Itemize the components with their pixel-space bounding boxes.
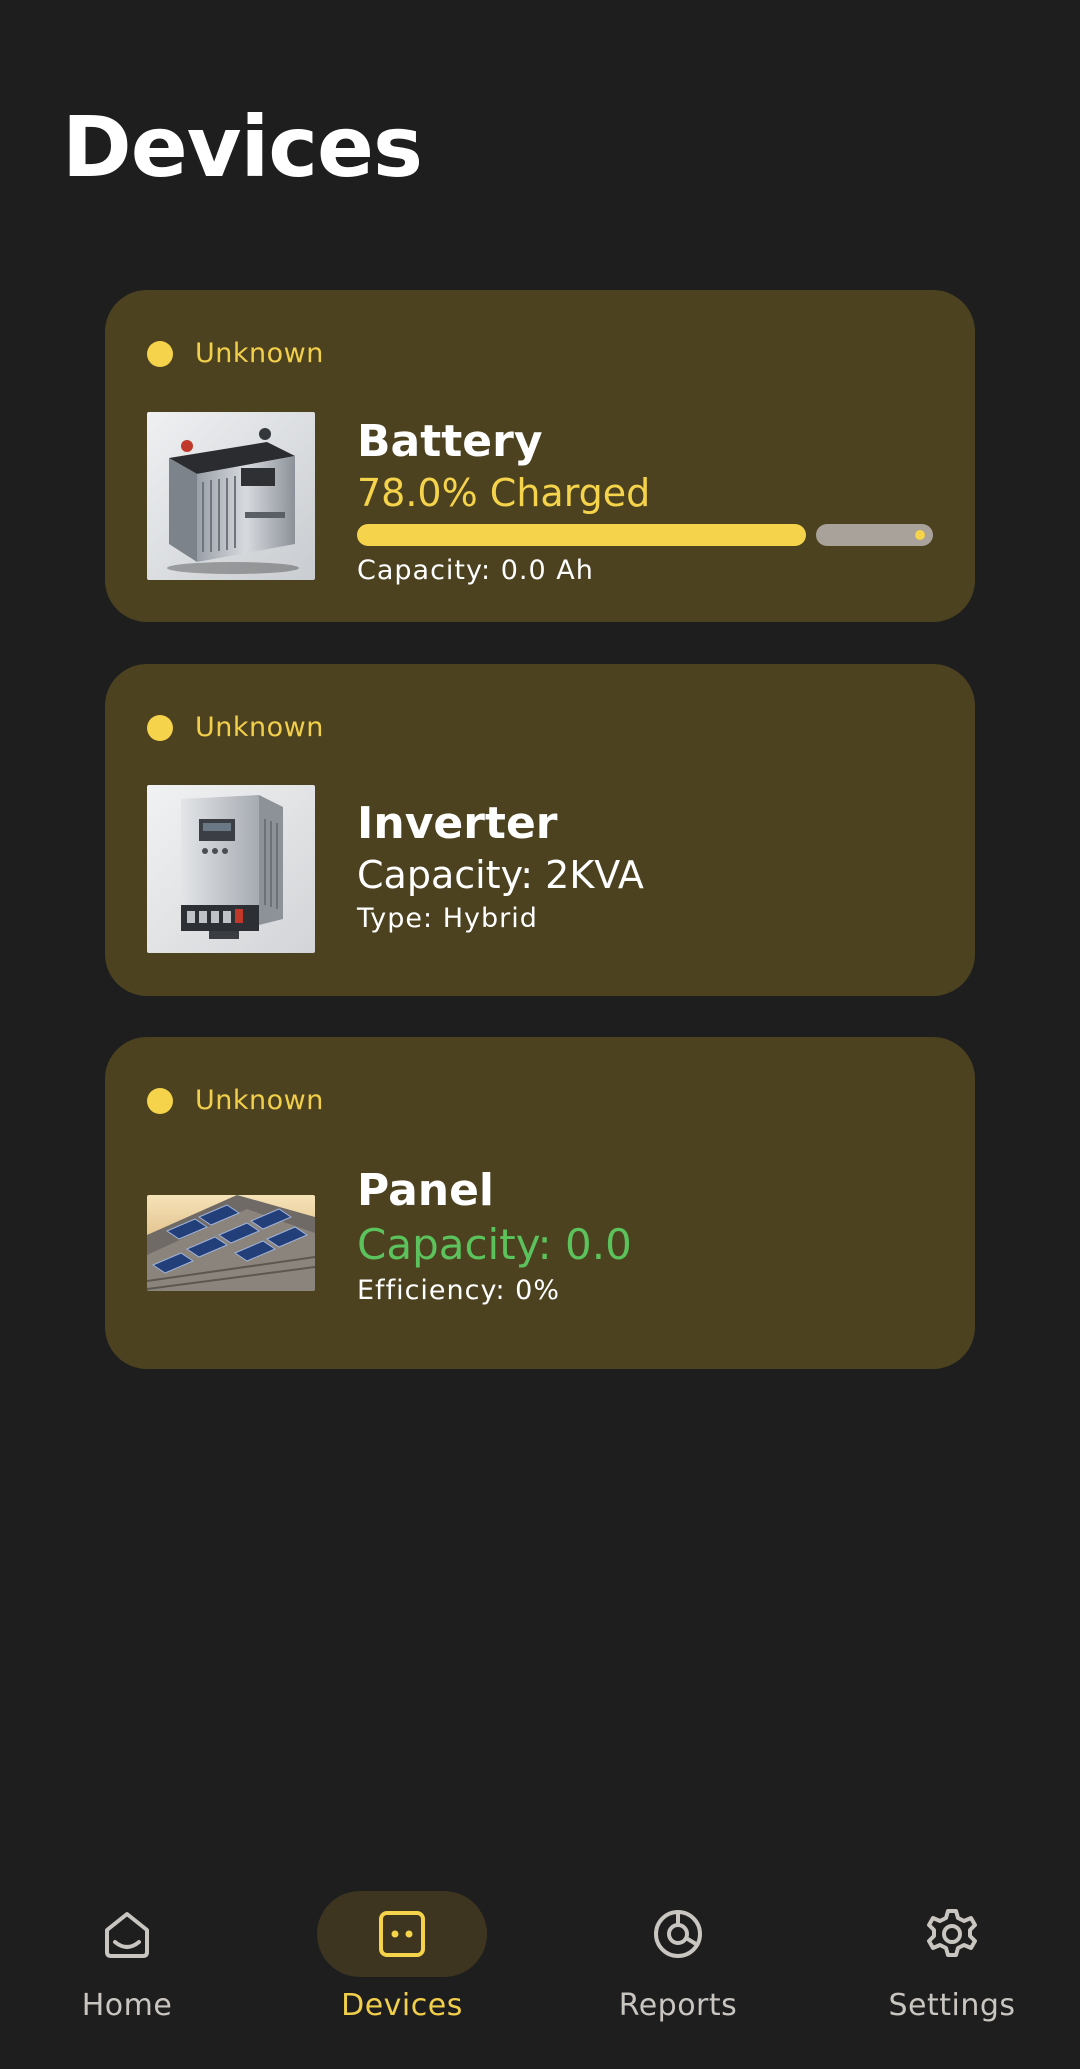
- nav-item-home[interactable]: Home: [27, 1880, 227, 2023]
- reports-icon: [654, 1910, 702, 1958]
- devices-screen: Devices Unknown Battery 78.0% Charged Ca…: [0, 0, 1080, 2069]
- devices-icon: [379, 1911, 425, 1957]
- device-status: Unknown: [147, 1085, 324, 1116]
- efficiency-text: Efficiency: 0%: [357, 1275, 561, 1307]
- device-status: Unknown: [147, 338, 324, 369]
- device-card-panel[interactable]: Unknown Panel Capacity: 0.0 Efficiency: …: [105, 1037, 975, 1369]
- nav-label-home: Home: [81, 1988, 173, 2023]
- page-title: Devices: [62, 98, 423, 196]
- device-info: Battery 78.0% Charged Capacity: 0.0 Ah: [357, 416, 933, 590]
- device-name: Panel: [357, 1165, 495, 1216]
- inverter-image: [147, 785, 315, 953]
- status-dot-icon: [147, 1087, 173, 1114]
- panel-image: [147, 1195, 315, 1291]
- charge-progress-fill: [357, 524, 806, 547]
- bottom-navigation: Home Devices Reports Settings: [0, 1880, 1080, 2069]
- capacity-text: Capacity: 0.0: [357, 1219, 632, 1269]
- nav-item-settings[interactable]: Settings: [852, 1880, 1052, 2023]
- type-text: Type: Hybrid: [357, 903, 538, 935]
- device-card-inverter[interactable]: Unknown Inverter Capacity: 2KVA Type: Hy…: [105, 664, 975, 996]
- device-info: Panel Capacity: 0.0 Efficiency: 0%: [357, 1165, 933, 1310]
- status-label: Unknown: [195, 712, 324, 743]
- battery-image: [147, 412, 315, 580]
- capacity-text: Capacity: 0.0 Ah: [357, 555, 594, 587]
- status-dot-icon: [147, 340, 173, 367]
- device-status: Unknown: [147, 712, 324, 743]
- nav-label-settings: Settings: [888, 1988, 1016, 2023]
- status-label: Unknown: [195, 338, 324, 369]
- device-name: Battery: [357, 416, 543, 467]
- status-label: Unknown: [195, 1085, 324, 1116]
- device-name: Inverter: [357, 798, 558, 849]
- charge-progress-bar: [357, 524, 933, 547]
- device-info: Inverter Capacity: 2KVA Type: Hybrid: [357, 798, 933, 938]
- settings-icon: [927, 1909, 977, 1957]
- charge-text: 78.0% Charged: [357, 470, 651, 515]
- nav-label-reports: Reports: [618, 1988, 738, 2023]
- home-icon: [105, 1912, 149, 1958]
- nav-item-reports[interactable]: Reports: [578, 1880, 778, 2023]
- nav-item-devices[interactable]: Devices: [302, 1880, 502, 2023]
- status-dot-icon: [147, 714, 173, 741]
- nav-label-devices: Devices: [341, 1988, 463, 2023]
- device-card-battery[interactable]: Unknown Battery 78.0% Charged Capacity: …: [105, 290, 975, 622]
- capacity-text: Capacity: 2KVA: [357, 852, 644, 897]
